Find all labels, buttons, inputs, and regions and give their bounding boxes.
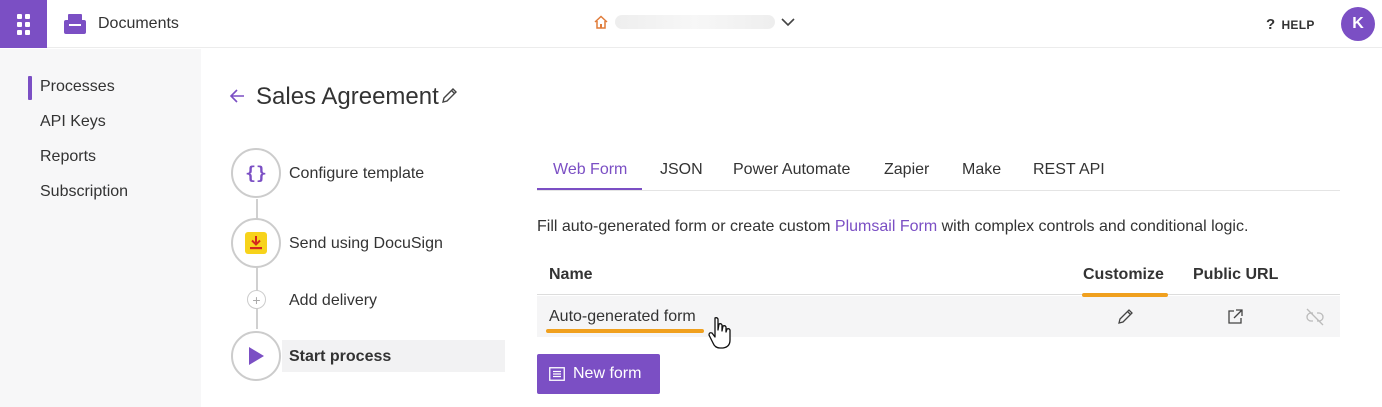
tab-json[interactable]: JSON [660,161,703,179]
sidebar-active-indicator [28,76,32,100]
web-form-description: Fill auto-generated form or create custo… [537,218,1248,236]
question-icon: ? [1266,16,1276,33]
app-launcher-button[interactable] [0,0,47,48]
page-title: Sales Agreement [256,83,439,110]
tab-bar: Web Form JSON Power Automate Zapier Make… [537,150,1340,191]
unlink-icon[interactable] [1304,306,1326,328]
new-form-button[interactable]: New form [537,354,660,394]
step-start-process[interactable] [231,331,281,381]
step-send-docusign[interactable] [231,218,281,268]
step-label-configure[interactable]: Configure template [289,165,424,183]
form-list-icon [549,367,565,381]
active-tab-indicator [537,188,642,190]
help-label: HELP [1281,17,1315,32]
back-arrow-icon[interactable] [228,86,246,111]
braces-icon: {} [245,163,267,184]
site-selector[interactable] [593,14,795,30]
new-form-label: New form [573,365,642,382]
column-header-customize: Customize [1083,266,1164,283]
chevron-down-icon [781,18,795,27]
tab-zapier[interactable]: Zapier [884,161,929,179]
sidebar-item-subscription[interactable]: Subscription [40,183,128,201]
step-configure-template[interactable]: {} [231,148,281,198]
tab-make[interactable]: Make [962,161,1001,179]
step-label-send[interactable]: Send using DocuSign [289,235,443,253]
sidebar-item-processes[interactable]: Processes [40,78,115,96]
tab-power-automate[interactable]: Power Automate [733,161,850,179]
external-link-icon[interactable] [1224,306,1246,328]
description-text-start: Fill auto-generated form or create custo… [537,218,835,235]
app-title: Documents [98,15,179,32]
play-icon [249,347,264,365]
avatar[interactable]: K [1341,7,1375,41]
site-name-redacted [615,15,775,29]
hand-cursor-icon [708,316,732,355]
column-header-name: Name [549,266,593,283]
plus-icon[interactable]: + [247,290,266,309]
form-name-highlight [546,329,704,333]
step-label-add-delivery[interactable]: Add delivery [289,292,377,310]
table-header-divider [537,294,1340,295]
description-text-end: with complex controls and conditional lo… [937,218,1249,235]
plumsail-form-link[interactable]: Plumsail Form [835,218,937,235]
sidebar-item-api-keys[interactable]: API Keys [40,113,106,131]
sidebar-item-reports[interactable]: Reports [40,148,96,166]
customize-highlight [1082,293,1168,297]
docusign-icon [245,232,267,254]
tab-rest-api[interactable]: REST API [1033,161,1105,179]
tab-web-form[interactable]: Web Form [553,161,627,179]
home-icon [594,15,608,29]
sidebar: Processes API Keys Reports Subscription [0,49,201,407]
form-name-cell[interactable]: Auto-generated form [549,308,696,326]
column-header-public-url: Public URL [1193,266,1279,283]
edit-title-icon[interactable] [440,87,458,110]
pencil-icon[interactable] [1114,306,1136,328]
top-bar: Documents ? HELP K [0,0,1382,48]
grid-icon [17,13,30,35]
documents-logo-icon [63,13,87,40]
svg-text:{}: {} [245,163,267,184]
step-label-start-process[interactable]: Start process [289,348,391,366]
help-button[interactable]: ? HELP [1266,16,1315,33]
